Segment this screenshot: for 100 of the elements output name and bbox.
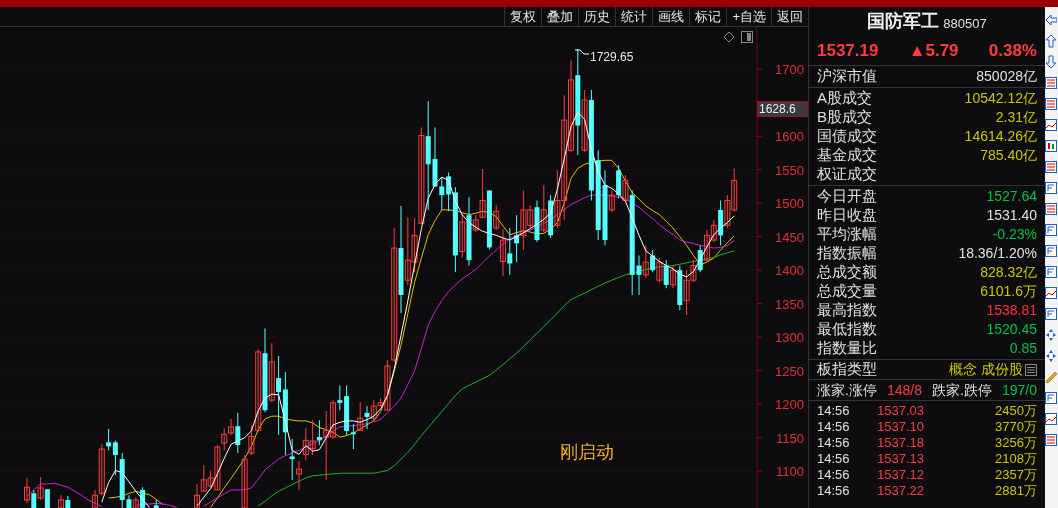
toolbar-button[interactable]: 复权 (504, 7, 542, 26)
tick-time: 14:56 (817, 483, 851, 499)
tick-price: 1537.03 (877, 403, 925, 419)
line-chart-icon[interactable] (1045, 286, 1057, 300)
tick-price: 1537.18 (877, 435, 925, 451)
stat-label: 平均涨幅 (817, 224, 877, 245)
index-code: 880507 (943, 14, 987, 33)
high-marker-line (574, 49, 590, 55)
breadth-label: 跌家.跌停 (932, 380, 992, 400)
stat-value: 1520.45 (986, 320, 1037, 339)
arrow-left-icon[interactable] (1045, 13, 1057, 27)
move-icon[interactable] (1045, 328, 1057, 342)
stat-label: 昨日收盘 (817, 205, 877, 226)
axis-label: 1300 (775, 330, 804, 346)
axis-label: 1200 (775, 397, 804, 413)
stat-label: A股成交 (817, 88, 872, 109)
stat-label: 指数量比 (817, 338, 877, 359)
high-price-label: 1729.65 (590, 50, 634, 64)
stat-value: 1527.64 (986, 187, 1037, 206)
toolbar-button[interactable]: 画线 (652, 7, 690, 26)
tick-time: 14:56 (817, 467, 851, 483)
table-icon[interactable] (1045, 76, 1057, 90)
candlestick-icon[interactable] (1045, 139, 1057, 153)
axis-label: 1150 (776, 430, 804, 446)
text-icon[interactable] (1045, 391, 1057, 405)
table-icon[interactable] (1045, 160, 1057, 174)
tick-price: 1537.13 (877, 451, 925, 467)
axis-label: 1400 (775, 263, 804, 279)
line-chart-icon[interactable] (1045, 412, 1057, 426)
axis-label: 1100 (776, 464, 804, 480)
axis-label: 1600 (775, 129, 804, 145)
price-change: ▲5.79 (908, 39, 959, 62)
stat-label: 最低指数 (817, 319, 877, 340)
stat-value: 18.36/1.20% (958, 244, 1037, 263)
arrow-up-icon[interactable] (1045, 34, 1057, 48)
stat-value: 828.32亿 (980, 263, 1037, 282)
tick-price: 1537.10 (877, 419, 925, 435)
table-icon[interactable] (1045, 433, 1057, 447)
text-icon[interactable] (1045, 181, 1057, 195)
stat-label: 基金成交 (817, 145, 877, 166)
text-icon[interactable] (1045, 244, 1057, 258)
tick-time: 14:56 (817, 451, 851, 467)
stat-label: 板指类型 (817, 359, 877, 380)
axis-label: 1500 (775, 196, 804, 212)
stat-value: 785.40亿 (980, 146, 1037, 165)
tick-volume: 3770万 (994, 419, 1037, 435)
stat-value: 6101.6万 (980, 282, 1037, 301)
tick-volume: 2357万 (994, 467, 1037, 483)
table-icon[interactable] (1045, 97, 1057, 111)
axis-label: 1550 (775, 162, 804, 178)
stat-value: 14614.26亿 (964, 127, 1037, 146)
stat-label: 国债成交 (817, 126, 877, 147)
candlestick (153, 499, 159, 508)
stat-value: 850028亿 (976, 67, 1037, 86)
toolbar-button[interactable]: 标记 (689, 7, 727, 26)
stat-value: 0.85 (1009, 339, 1037, 358)
tick-volume: 2108万 (994, 451, 1037, 467)
tick-price: 1537.22 (877, 483, 925, 499)
tick-volume: 2450万 (994, 403, 1037, 419)
current-price-tag: 1628.6 (757, 101, 808, 117)
axis-label: 1700 (775, 62, 804, 78)
stat-label: 今日开盘 (817, 186, 877, 207)
stat-value: 1531.40 (986, 206, 1037, 225)
line-chart-icon[interactable] (1045, 118, 1057, 132)
text-icon[interactable] (1045, 307, 1057, 321)
stat-value: 10542.12亿 (964, 89, 1037, 108)
diamond-icon[interactable] (723, 31, 735, 43)
breadth-value: 148/8 (886, 380, 922, 400)
axis-label: 1450 (775, 229, 804, 245)
tick-time: 14:56 (817, 403, 851, 419)
toolbar-button[interactable]: +自选 (726, 7, 771, 26)
axis-label: 1350 (775, 296, 804, 312)
stat-label: 最高指数 (817, 300, 877, 321)
stat-label: 总成交量 (817, 281, 877, 302)
panel-toggle-icon[interactable] (741, 31, 753, 43)
chart-note: 刚启动 (560, 442, 614, 462)
stat-label: 权证成交 (817, 164, 877, 185)
toolbar-button[interactable]: 叠加 (541, 7, 579, 26)
tick-volume: 3256万 (994, 435, 1037, 451)
toolbar-button[interactable]: 统计 (615, 7, 653, 26)
breadth-value: 197/0 (1001, 380, 1037, 400)
stat-label: 沪深市值 (817, 66, 877, 87)
index-name: 国防军工 (867, 10, 940, 33)
index-price: 1537.19 (817, 39, 879, 62)
tick-time: 14:56 (817, 419, 851, 435)
text-icon[interactable] (1045, 265, 1057, 279)
tick-volume: 2881万 (994, 483, 1037, 499)
list-icon[interactable] (1025, 363, 1037, 376)
table-icon[interactable] (1045, 202, 1057, 216)
arrow-down-icon[interactable] (1045, 55, 1057, 69)
stat-value: 2.31亿 (995, 108, 1037, 127)
stat-label: 总成交额 (817, 262, 877, 283)
toolbar-button[interactable]: 历史 (578, 7, 616, 26)
tick-time: 14:56 (817, 435, 851, 451)
text-icon[interactable] (1045, 223, 1057, 237)
move-icon[interactable] (1045, 349, 1057, 363)
stat-label: B股成交 (817, 107, 872, 128)
board-type-link[interactable]: 概念 成份股 (949, 359, 1023, 380)
stat-value: -0.23% (992, 225, 1037, 244)
stat-value: 1538.81 (986, 301, 1037, 320)
